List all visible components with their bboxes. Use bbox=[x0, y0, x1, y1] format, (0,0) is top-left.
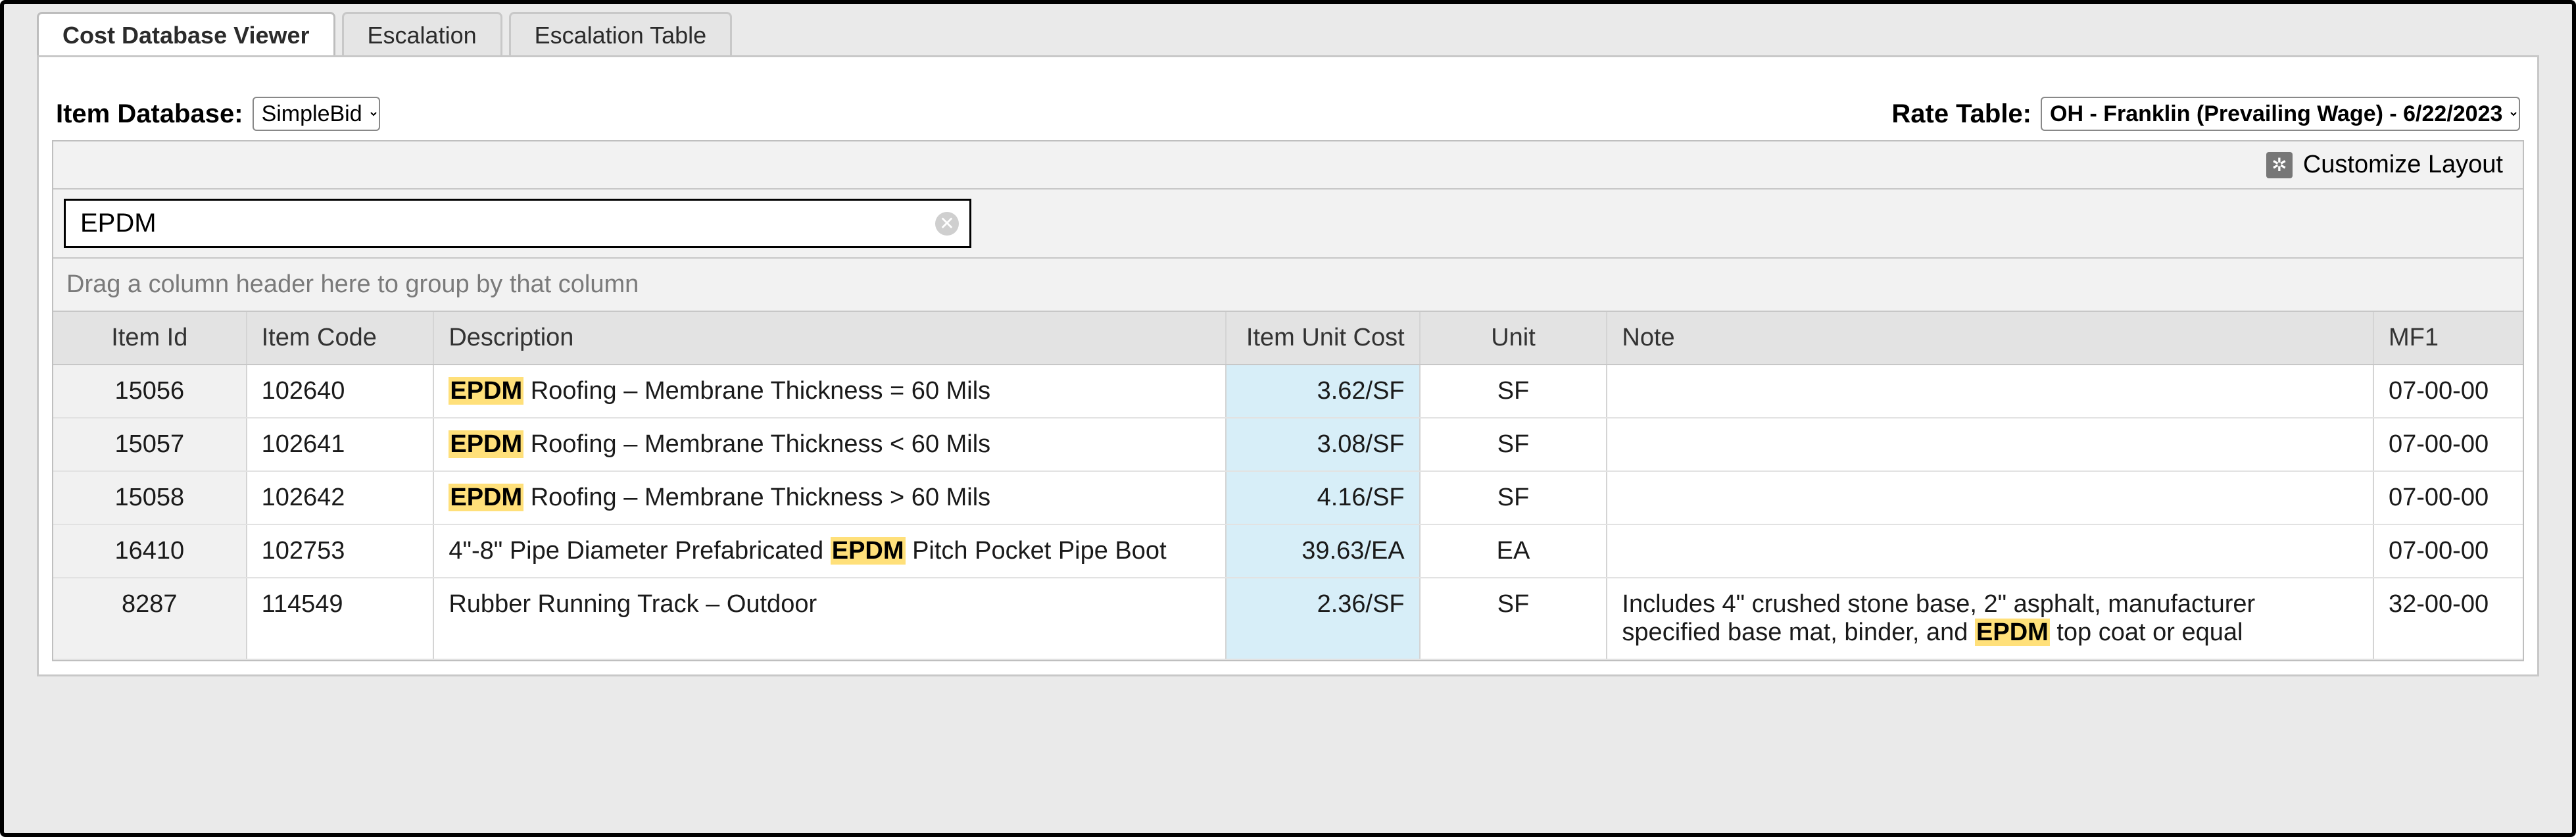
cell-unit: SF bbox=[1421, 578, 1608, 659]
cell-item-code: 102641 bbox=[247, 419, 435, 470]
cell-item-code: 114549 bbox=[247, 578, 435, 659]
cost-db-panel: Item Database: SimpleBid Rate Table: OH … bbox=[37, 55, 2539, 676]
col-header-item-code[interactable]: Item Code bbox=[247, 312, 435, 364]
toolbar: Item Database: SimpleBid Rate Table: OH … bbox=[52, 97, 2524, 131]
cell-unit-cost: 39.63/EA bbox=[1227, 525, 1421, 577]
cell-mf1: 32-00-00 bbox=[2374, 578, 2523, 659]
cell-description: 4"-8" Pipe Diameter Prefabricated EPDM P… bbox=[434, 525, 1227, 577]
cell-note: Includes 4" crushed stone base, 2" aspha… bbox=[1607, 578, 2374, 659]
col-header-item-id[interactable]: Item Id bbox=[53, 312, 247, 364]
table-row[interactable]: 15056102640EPDM Roofing – Membrane Thick… bbox=[53, 365, 2523, 419]
search-box: ✕ bbox=[64, 199, 971, 248]
table-row[interactable]: 15058102642EPDM Roofing – Membrane Thick… bbox=[53, 472, 2523, 525]
col-header-description[interactable]: Description bbox=[434, 312, 1227, 364]
tab-escalation[interactable]: Escalation bbox=[342, 12, 502, 57]
cell-mf1: 07-00-00 bbox=[2374, 472, 2523, 524]
cell-note bbox=[1607, 472, 2374, 524]
cell-item-id: 15056 bbox=[53, 365, 247, 417]
cell-note bbox=[1607, 365, 2374, 417]
cell-unit-cost: 2.36/SF bbox=[1227, 578, 1421, 659]
col-header-unit-cost[interactable]: Item Unit Cost bbox=[1227, 312, 1421, 364]
cell-unit: SF bbox=[1421, 419, 1608, 470]
gear-icon: ✲ bbox=[2266, 152, 2293, 178]
cell-unit-cost: 4.16/SF bbox=[1227, 472, 1421, 524]
tab-strip: Cost Database ViewerEscalationEscalation… bbox=[4, 12, 2572, 57]
col-header-mf1[interactable]: MF1 bbox=[2374, 312, 2523, 364]
cell-description: EPDM Roofing – Membrane Thickness = 60 M… bbox=[434, 365, 1227, 417]
cell-description: EPDM Roofing – Membrane Thickness > 60 M… bbox=[434, 472, 1227, 524]
app-window: Cost Database ViewerEscalationEscalation… bbox=[0, 0, 2576, 837]
cell-note bbox=[1607, 525, 2374, 577]
group-by-dropzone[interactable]: Drag a column header here to group by th… bbox=[53, 259, 2523, 312]
cell-item-code: 102640 bbox=[247, 365, 435, 417]
cell-unit: SF bbox=[1421, 365, 1608, 417]
tab-cost-database-viewer[interactable]: Cost Database Viewer bbox=[37, 12, 335, 57]
grid-toolbar: ✲ Customize Layout bbox=[53, 141, 2523, 190]
customize-layout-button[interactable]: Customize Layout bbox=[2303, 151, 2503, 179]
table-row[interactable]: 8287114549Rubber Running Track – Outdoor… bbox=[53, 578, 2523, 660]
cell-item-code: 102642 bbox=[247, 472, 435, 524]
data-grid: ✲ Customize Layout ✕ Drag a column heade… bbox=[52, 140, 2524, 661]
cell-item-id: 8287 bbox=[53, 578, 247, 659]
clear-search-icon[interactable]: ✕ bbox=[935, 212, 959, 236]
search-input[interactable] bbox=[76, 201, 935, 246]
rate-table-select[interactable]: OH - Franklin (Prevailing Wage) - 6/22/2… bbox=[2041, 97, 2520, 131]
column-header-row: Item Id Item Code Description Item Unit … bbox=[53, 312, 2523, 365]
cell-item-id: 15057 bbox=[53, 419, 247, 470]
table-row[interactable]: 164101027534"-8" Pipe Diameter Prefabric… bbox=[53, 525, 2523, 578]
rate-table-label: Rate Table: bbox=[1891, 99, 2031, 129]
grid-body: 15056102640EPDM Roofing – Membrane Thick… bbox=[53, 365, 2523, 660]
item-database-label: Item Database: bbox=[56, 99, 243, 129]
grid-search-bar: ✕ bbox=[53, 190, 2523, 259]
cell-note bbox=[1607, 419, 2374, 470]
cell-mf1: 07-00-00 bbox=[2374, 419, 2523, 470]
cell-unit-cost: 3.62/SF bbox=[1227, 365, 1421, 417]
cell-item-id: 16410 bbox=[53, 525, 247, 577]
cell-mf1: 07-00-00 bbox=[2374, 525, 2523, 577]
cell-unit: EA bbox=[1421, 525, 1608, 577]
cell-item-id: 15058 bbox=[53, 472, 247, 524]
cell-mf1: 07-00-00 bbox=[2374, 365, 2523, 417]
col-header-note[interactable]: Note bbox=[1607, 312, 2374, 364]
cell-item-code: 102753 bbox=[247, 525, 435, 577]
table-row[interactable]: 15057102641EPDM Roofing – Membrane Thick… bbox=[53, 419, 2523, 472]
tab-escalation-table[interactable]: Escalation Table bbox=[509, 12, 733, 57]
cell-unit-cost: 3.08/SF bbox=[1227, 419, 1421, 470]
cell-unit: SF bbox=[1421, 472, 1608, 524]
cell-description: Rubber Running Track – Outdoor bbox=[434, 578, 1227, 659]
col-header-unit[interactable]: Unit bbox=[1421, 312, 1608, 364]
cell-description: EPDM Roofing – Membrane Thickness < 60 M… bbox=[434, 419, 1227, 470]
item-database-select[interactable]: SimpleBid bbox=[253, 97, 380, 131]
